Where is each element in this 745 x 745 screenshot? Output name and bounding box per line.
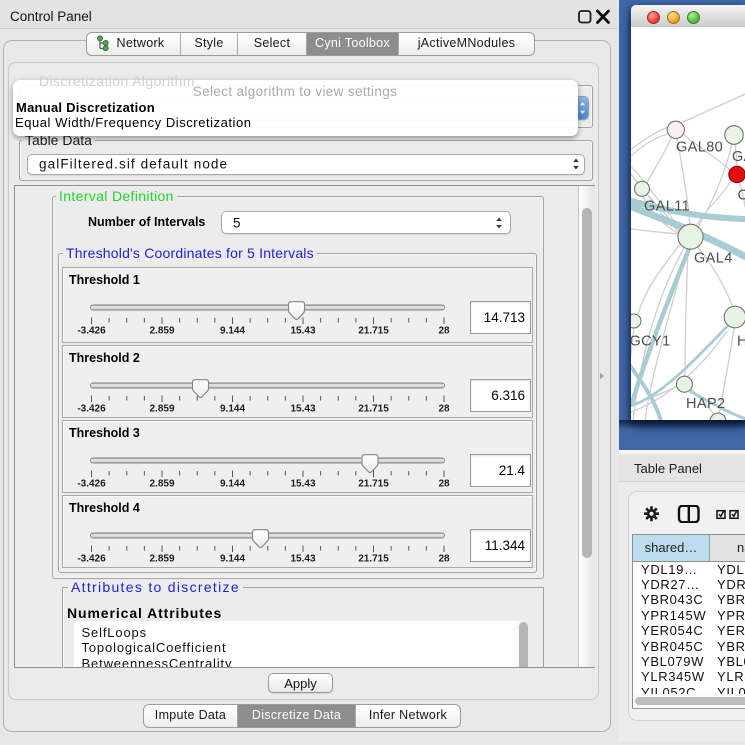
svg-text:28: 28	[438, 478, 450, 489]
svg-text:2.859: 2.859	[149, 478, 174, 489]
svg-text:21.715: 21.715	[358, 403, 389, 414]
svg-text:9.144: 9.144	[220, 553, 245, 564]
svg-text:21.715: 21.715	[358, 553, 389, 564]
svg-text:28: 28	[438, 553, 450, 564]
svg-text:15.43: 15.43	[290, 403, 315, 414]
svg-text:2.859: 2.859	[149, 553, 174, 564]
svg-text:28: 28	[438, 403, 450, 414]
svg-text:-3.426: -3.426	[77, 553, 106, 564]
svg-text:9.144: 9.144	[220, 326, 245, 337]
svg-text:21.715: 21.715	[358, 478, 389, 489]
svg-text:GAL11: GAL11	[644, 199, 690, 215]
svg-text:CY: CY	[738, 188, 745, 204]
svg-text:HAP2: HAP2	[686, 396, 725, 412]
svg-text:21.715: 21.715	[358, 326, 389, 337]
svg-text:GAL80: GAL80	[676, 140, 723, 156]
svg-text:-3.426: -3.426	[77, 326, 106, 337]
svg-text:GAL4: GAL4	[694, 251, 733, 267]
svg-text:15.43: 15.43	[290, 478, 315, 489]
svg-text:9.144: 9.144	[220, 478, 245, 489]
svg-text:15.43: 15.43	[290, 326, 315, 337]
svg-text:2.859: 2.859	[149, 326, 174, 337]
svg-text:HIS: HIS	[737, 334, 745, 350]
svg-text:GA: GA	[732, 149, 745, 165]
svg-text:28: 28	[438, 326, 450, 337]
svg-text:15.43: 15.43	[290, 553, 315, 564]
svg-text:-3.426: -3.426	[77, 478, 106, 489]
svg-text:-3.426: -3.426	[77, 403, 106, 414]
svg-text:GCY1: GCY1	[631, 334, 671, 350]
svg-text:2.859: 2.859	[149, 403, 174, 414]
svg-text:9.144: 9.144	[220, 403, 245, 414]
